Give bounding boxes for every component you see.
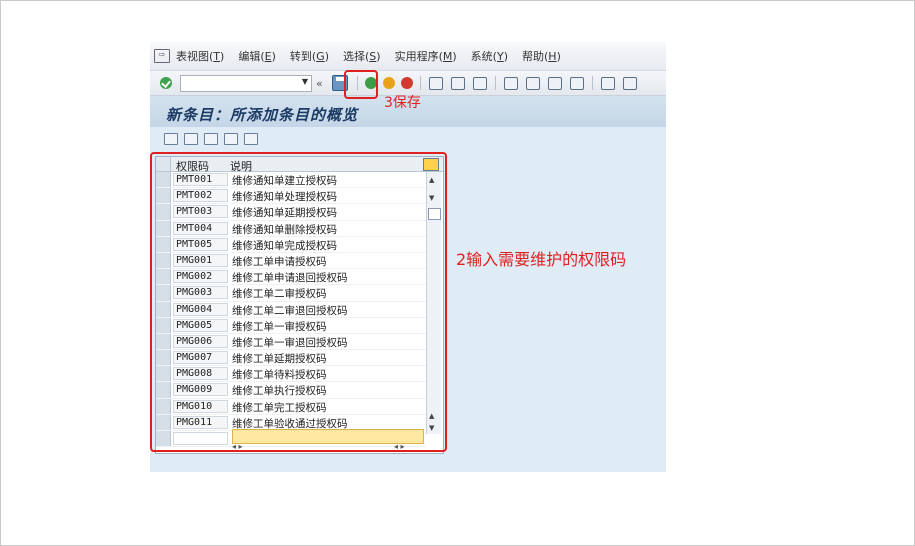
- find-next-icon[interactable]: [472, 76, 487, 90]
- exit-icon[interactable]: [382, 77, 395, 89]
- collapse-command-button[interactable]: «: [316, 77, 323, 90]
- menu-select[interactable]: 选择(S): [343, 48, 381, 64]
- next-page-icon[interactable]: [547, 76, 562, 90]
- menu-edit[interactable]: 编辑(E): [238, 48, 276, 64]
- last-page-icon[interactable]: [569, 76, 584, 90]
- toolbar-separator: [494, 76, 496, 90]
- select-block-icon[interactable]: [224, 133, 238, 145]
- save-note: 3保存: [384, 95, 421, 111]
- application-toolbar: [150, 128, 666, 150]
- input-note: 2输入需要维护的权限码: [456, 250, 627, 269]
- menu-utilities[interactable]: 实用程序(M): [395, 48, 457, 64]
- menu-help[interactable]: 帮助(H): [522, 48, 561, 64]
- copy-entry-icon[interactable]: [184, 133, 198, 145]
- toolbar-separator: [419, 76, 421, 90]
- enter-check-icon[interactable]: [160, 77, 172, 89]
- menu-bar: ⇨ 表视图(T) 编辑(E) 转到(G) 选择(S) 实用程序(M) 系统(Y)…: [150, 42, 666, 71]
- page-title: 新条目：所添加条目的概览: [166, 106, 359, 124]
- deselect-all-icon[interactable]: [244, 133, 258, 145]
- command-field[interactable]: [180, 74, 312, 92]
- display-change-icon[interactable]: [164, 133, 178, 145]
- menu-icon[interactable]: ⇨: [154, 49, 170, 63]
- previous-page-icon[interactable]: [525, 76, 540, 90]
- save-highlight-box: [344, 70, 378, 99]
- new-session-icon[interactable]: [600, 76, 615, 90]
- toolbar-separator: [591, 76, 593, 90]
- first-page-icon[interactable]: [503, 76, 518, 90]
- menu-goto[interactable]: 转到(G): [290, 48, 329, 64]
- shortcut-icon[interactable]: [622, 76, 637, 90]
- table-highlight-box: [150, 152, 447, 452]
- menu-table-view[interactable]: 表视图(T): [176, 48, 224, 64]
- cancel-icon[interactable]: [400, 77, 413, 89]
- menu-system[interactable]: 系统(Y): [471, 48, 508, 64]
- find-icon[interactable]: [450, 76, 465, 90]
- print-icon[interactable]: [428, 76, 443, 90]
- select-all-icon[interactable]: [204, 133, 218, 145]
